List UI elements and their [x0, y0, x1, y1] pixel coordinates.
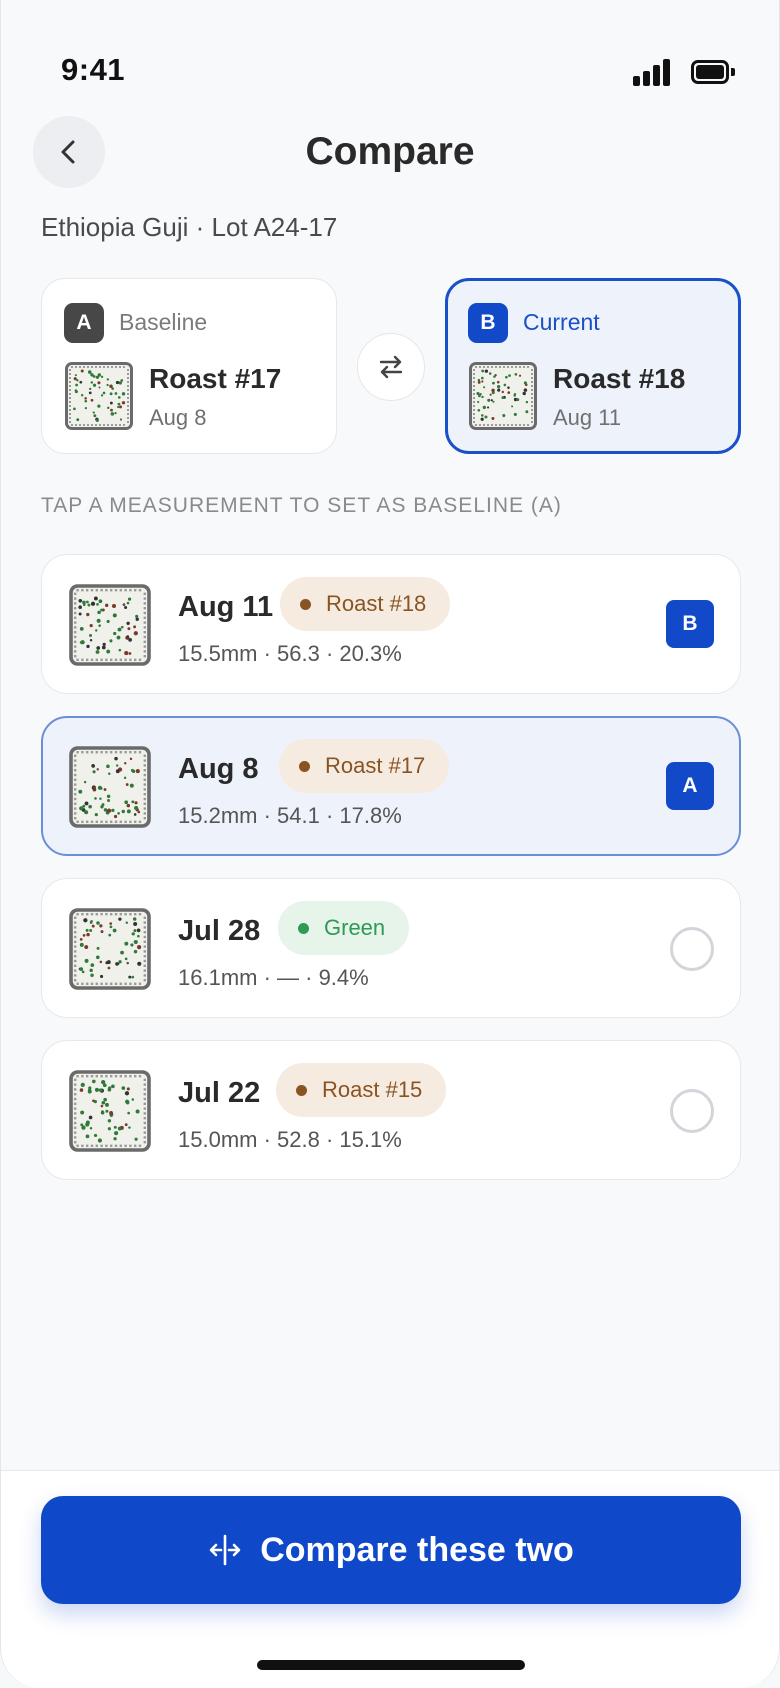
dot-icon — [296, 1085, 307, 1096]
sample-thumbnail — [69, 746, 151, 828]
roast-tag: Roast #18 — [280, 577, 451, 631]
sample-thumbnail — [65, 362, 133, 430]
compare-split-icon — [209, 1534, 241, 1566]
home-indicator — [257, 1660, 525, 1670]
current-role: Current — [523, 309, 600, 335]
select-radio[interactable] — [670, 1089, 714, 1133]
dot-icon — [298, 923, 309, 934]
measurement-meta: 16.1mm · — · 9.4% — [178, 965, 369, 990]
baseline-date: Aug 8 — [149, 405, 207, 430]
compare-button[interactable]: Compare these two — [41, 1496, 741, 1604]
baseline-card[interactable]: A Baseline Roast #17 Aug 8 — [41, 278, 337, 454]
current-card[interactable]: B Current Roast #18 Aug 11 — [445, 278, 741, 454]
measurement-row[interactable]: Aug 8 Roast #17 15.2mm · 54.1 · 17.8% A — [41, 716, 741, 856]
sample-thumbnail — [469, 362, 537, 430]
measurement-meta: 15.2mm · 54.1 · 17.8% — [178, 803, 402, 828]
measurement-date: Aug 11 — [178, 591, 274, 623]
baseline-marker-badge: A — [666, 762, 714, 810]
baseline-name: Roast #17 — [149, 363, 282, 394]
status-time: 9:41 — [61, 52, 126, 87]
current-date: Aug 11 — [553, 405, 622, 430]
current-name: Roast #18 — [553, 363, 686, 394]
measurement-date: Jul 22 — [178, 1077, 261, 1109]
swap-button[interactable] — [357, 333, 425, 401]
sample-thumbnail — [69, 1070, 151, 1152]
measurement-meta: 15.5mm · 56.3 · 20.3% — [178, 641, 402, 666]
roast-tag-label: Roast #18 — [326, 591, 427, 616]
measurement-row[interactable]: Jul 22 Roast #15 15.0mm · 52.8 · 15.1% — [41, 1040, 741, 1180]
roast-tag: Roast #17 — [279, 739, 450, 793]
baseline-badge: A — [64, 303, 104, 343]
current-marker-badge: B — [666, 600, 714, 648]
page-title: Compare — [305, 130, 475, 173]
measurement-meta: 15.0mm · 52.8 · 15.1% — [178, 1127, 402, 1152]
measurement-date: Jul 28 — [178, 915, 261, 947]
baseline-role: Baseline — [119, 309, 208, 335]
signal-icon — [633, 58, 671, 86]
select-radio[interactable] — [670, 927, 714, 971]
dot-icon — [299, 761, 310, 772]
measurement-row[interactable]: Aug 11 Roast #18 15.5mm · 56.3 · 20.3% B — [41, 554, 741, 694]
lot-subtitle: Ethiopia Guji · Lot A24-17 — [41, 212, 338, 242]
measurement-date: Aug 8 — [178, 753, 259, 785]
sample-thumbnail — [69, 584, 151, 666]
roast-tag: Roast #15 — [276, 1063, 447, 1117]
current-badge: B — [468, 303, 508, 343]
roast-tag-label: Roast #17 — [325, 753, 426, 778]
measurement-row[interactable]: Jul 28 Green 16.1mm · — · 9.4% — [41, 878, 741, 1018]
battery-icon — [691, 60, 735, 84]
green-tag-label: Green — [324, 915, 386, 940]
green-tag: Green — [278, 901, 410, 955]
sample-thumbnail — [69, 908, 151, 990]
compare-button-label: Compare these two — [260, 1530, 574, 1569]
roast-tag-label: Roast #15 — [322, 1077, 423, 1102]
app-screen: 9:41 Compare Ethiopia Guji · Lot A24-17 … — [0, 0, 780, 1688]
swap-icon — [379, 355, 403, 379]
dot-icon — [300, 599, 311, 610]
section-label: TAP A MEASUREMENT TO SET AS BASELINE (A) — [41, 494, 562, 517]
